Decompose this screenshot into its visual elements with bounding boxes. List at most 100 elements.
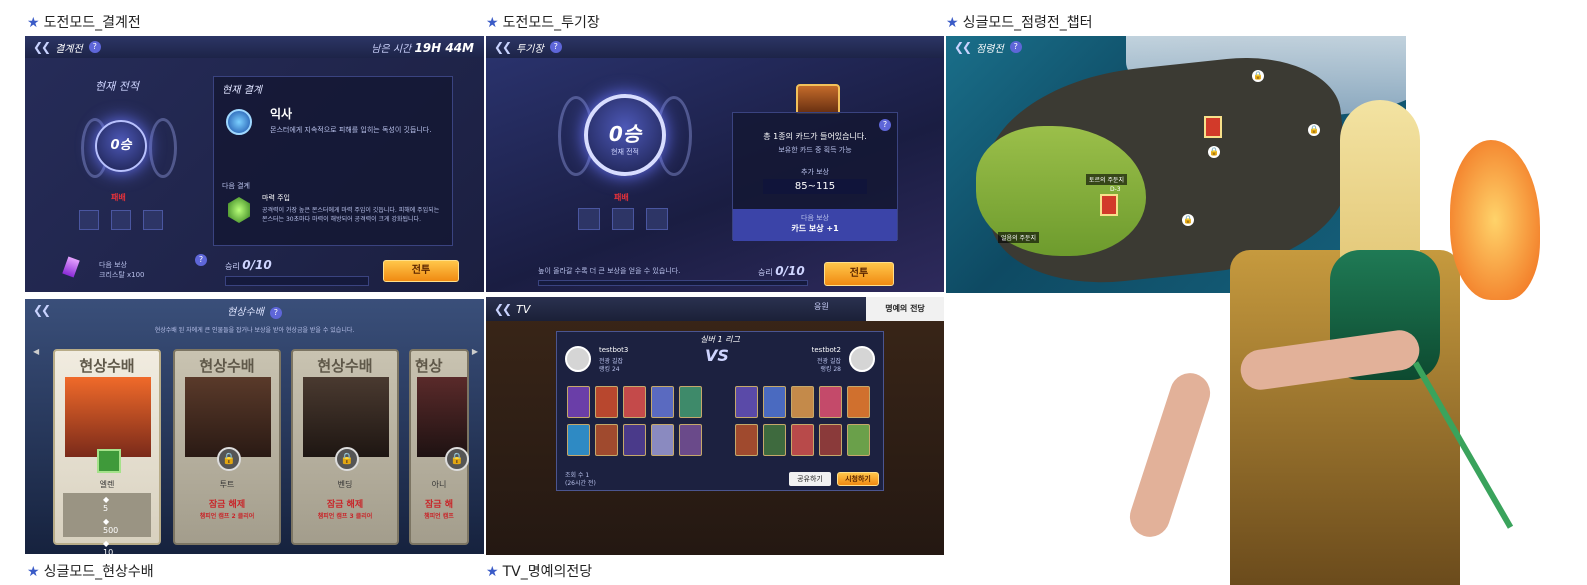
bounty-name: 투트 [219, 480, 235, 489]
deck-card [651, 386, 674, 418]
back-icon[interactable]: ❮❮ [494, 302, 512, 316]
player2-deck [735, 386, 875, 462]
help-icon[interactable]: ? [88, 41, 101, 53]
extra-reward-label: 추가 보상 [801, 168, 829, 176]
barrier-desc: 몬스터에게 지속적으로 피해를 입히는 독성이 깃듭니다. [270, 126, 432, 134]
bounty-title: 현상수배? [25, 303, 484, 319]
player1-info: 랭킹 24 [599, 366, 620, 373]
loss-label: 패배 [111, 193, 126, 202]
tv-title: TV [516, 302, 531, 316]
battle-screen: ❮❮ 결계전 ? 남은 시간 19H 44M 현재 전적 0승 패배 현재 결계… [25, 36, 484, 292]
win-progress: 승리 0/10 [758, 264, 805, 278]
barrier-box: 현재 결계 익사 몬스터에게 지속적으로 피해를 입히는 독성이 깃듭니다. 다… [213, 76, 453, 246]
deck-card [847, 386, 870, 418]
reward-row: ◆ 5 [103, 495, 110, 513]
deck-card [763, 386, 786, 418]
scroll-right-icon[interactable]: ▶ [472, 347, 478, 356]
bounty-card[interactable]: 현상 🔒 아니 잠금 해 챔피언 캠프 [409, 349, 469, 545]
bounty-name: 벤딩 [337, 480, 353, 489]
chest-sub: 보유한 카드 중 획득 가능 [778, 146, 852, 154]
back-icon[interactable]: ❮❮ [33, 40, 51, 54]
wing-right-icon [149, 118, 177, 178]
loss-label: 패배 [614, 193, 629, 202]
tab-hall-of-fame[interactable]: 명예의 전당 [866, 297, 944, 321]
bounty-card[interactable]: 현상수배 엘렌 ◆ 5 ◆ 500 ◆ 10 [53, 349, 161, 554]
character-leg [1124, 367, 1216, 543]
player2-info: 랭킹 28 [820, 366, 841, 373]
match-card[interactable]: 실버 1 리그 testbot3 전광 길잡 랭킹 24 VS testbot2… [556, 331, 884, 491]
back-icon[interactable]: ❮❮ [954, 40, 972, 54]
caption-battle: ★ 도전모드_결계전 [27, 15, 141, 31]
league-label: 실버 1 리그 [700, 335, 740, 344]
deck-card [567, 386, 590, 418]
deck-card [763, 424, 786, 456]
wins-medal: 0승 현재 전적 [584, 94, 666, 176]
deck-card [819, 424, 842, 456]
reward-box: ? 총 1종의 카드가 들어있습니다. 보유한 카드 중 획득 가능 추가 보상… [732, 112, 898, 241]
deck-card [595, 424, 618, 456]
help-icon[interactable]: ? [549, 41, 562, 53]
bounty-portrait [65, 377, 151, 457]
deck-card [679, 386, 702, 418]
chapter-header: ❮❮ 점령전 ? [946, 36, 1406, 58]
bounty-card-title: 현상수배 [199, 357, 255, 375]
scroll-left-icon[interactable]: ◀ [33, 347, 39, 356]
arena-record-label: 현재 전적 [611, 148, 639, 156]
battle-button[interactable]: 전투 [383, 260, 459, 282]
help-icon[interactable]: ? [269, 307, 282, 319]
map-label: 얼음의 주둔지 [998, 232, 1040, 243]
bounty-card[interactable]: 현상수배 🔒 벤딩 잠금 해제 챔피언 캠프 3 클리어 [291, 349, 399, 545]
watch-button[interactable]: 시청하기 [837, 472, 879, 486]
arena-wins: 0승 [608, 122, 642, 146]
bounty-name: 엘렌 [99, 480, 115, 489]
arena-title: 투기장 [516, 43, 544, 55]
bounty-subtitle: 현상수배 된 자에게 큰 인물들을 잡거나 보상을 받아 현상금을 받을 수 있… [154, 327, 355, 334]
share-button[interactable]: 공유하기 [789, 472, 831, 486]
player1-deck [567, 386, 707, 462]
deck-card [679, 424, 702, 456]
lock-icon: 🔒 [217, 447, 241, 471]
deck-card [623, 386, 646, 418]
lock-icon: 🔒 [335, 447, 359, 471]
player1-name: testbot3 [599, 346, 629, 354]
arena-header: ❮❮ 투기장 ? [486, 36, 944, 58]
win-progress: 승리 0/10 [225, 258, 272, 272]
crystal-icon [62, 256, 80, 278]
bounty-portrait [417, 377, 467, 457]
bounty-card-title: 현상수배 [317, 357, 373, 375]
next-barrier-name: 마력 주입 [262, 194, 290, 202]
arena-progress-bar [538, 280, 808, 286]
loss-slot [646, 208, 668, 230]
deck-card [791, 386, 814, 418]
back-icon[interactable]: ❮❮ [494, 40, 512, 54]
caption-chapter: ★ 싱글모드_점령전_챕터 [946, 15, 1093, 31]
bounty-lock-text: 잠금 해제 챔피언 캠프 3 클리어 [317, 500, 373, 520]
loss-slot [111, 210, 131, 230]
loss-slot [143, 210, 163, 230]
bounty-rewards: ◆ 5 ◆ 500 ◆ 10 [63, 493, 151, 554]
reward-help-icon[interactable]: ? [195, 254, 207, 266]
reward-help-icon[interactable]: ? [879, 119, 891, 131]
reward-label: 다음 보상 [99, 261, 127, 269]
deck-card [847, 424, 870, 456]
tab-support[interactable]: 응원 [814, 301, 829, 312]
battle-button[interactable]: 전투 [824, 262, 894, 286]
barrier-drown-icon [226, 109, 252, 135]
bounty-card[interactable]: 현상수배 🔒 투트 잠금 해제 챔피언 캠프 2 클리어 [173, 349, 281, 545]
next-reward-value: 카드 보상 +1 [791, 224, 839, 233]
reward-item: 크리스탈 x100 [99, 271, 145, 279]
bounty-lock-text: 잠금 해 챔피언 캠프 [424, 500, 454, 520]
extra-reward-value: 85~115 [763, 179, 867, 194]
bounty-portrait [303, 377, 389, 457]
time-label: (26시간 전) [565, 480, 596, 487]
fire-wing [1450, 140, 1540, 300]
bounty-card-title: 현상수배 [79, 357, 135, 375]
reward-row: ◆ 500 [103, 517, 119, 535]
player2-name: testbot2 [811, 346, 841, 354]
loss-slot [612, 208, 634, 230]
wins-medal: 0승 [95, 120, 147, 172]
reward-row: ◆ 10 [103, 539, 114, 554]
deck-card [651, 424, 674, 456]
tv-screen: ❮❮ TV 응원 명예의 전당 실버 1 리그 testbot3 전광 길잡 랭… [486, 297, 944, 555]
help-icon[interactable]: ? [1009, 41, 1022, 53]
